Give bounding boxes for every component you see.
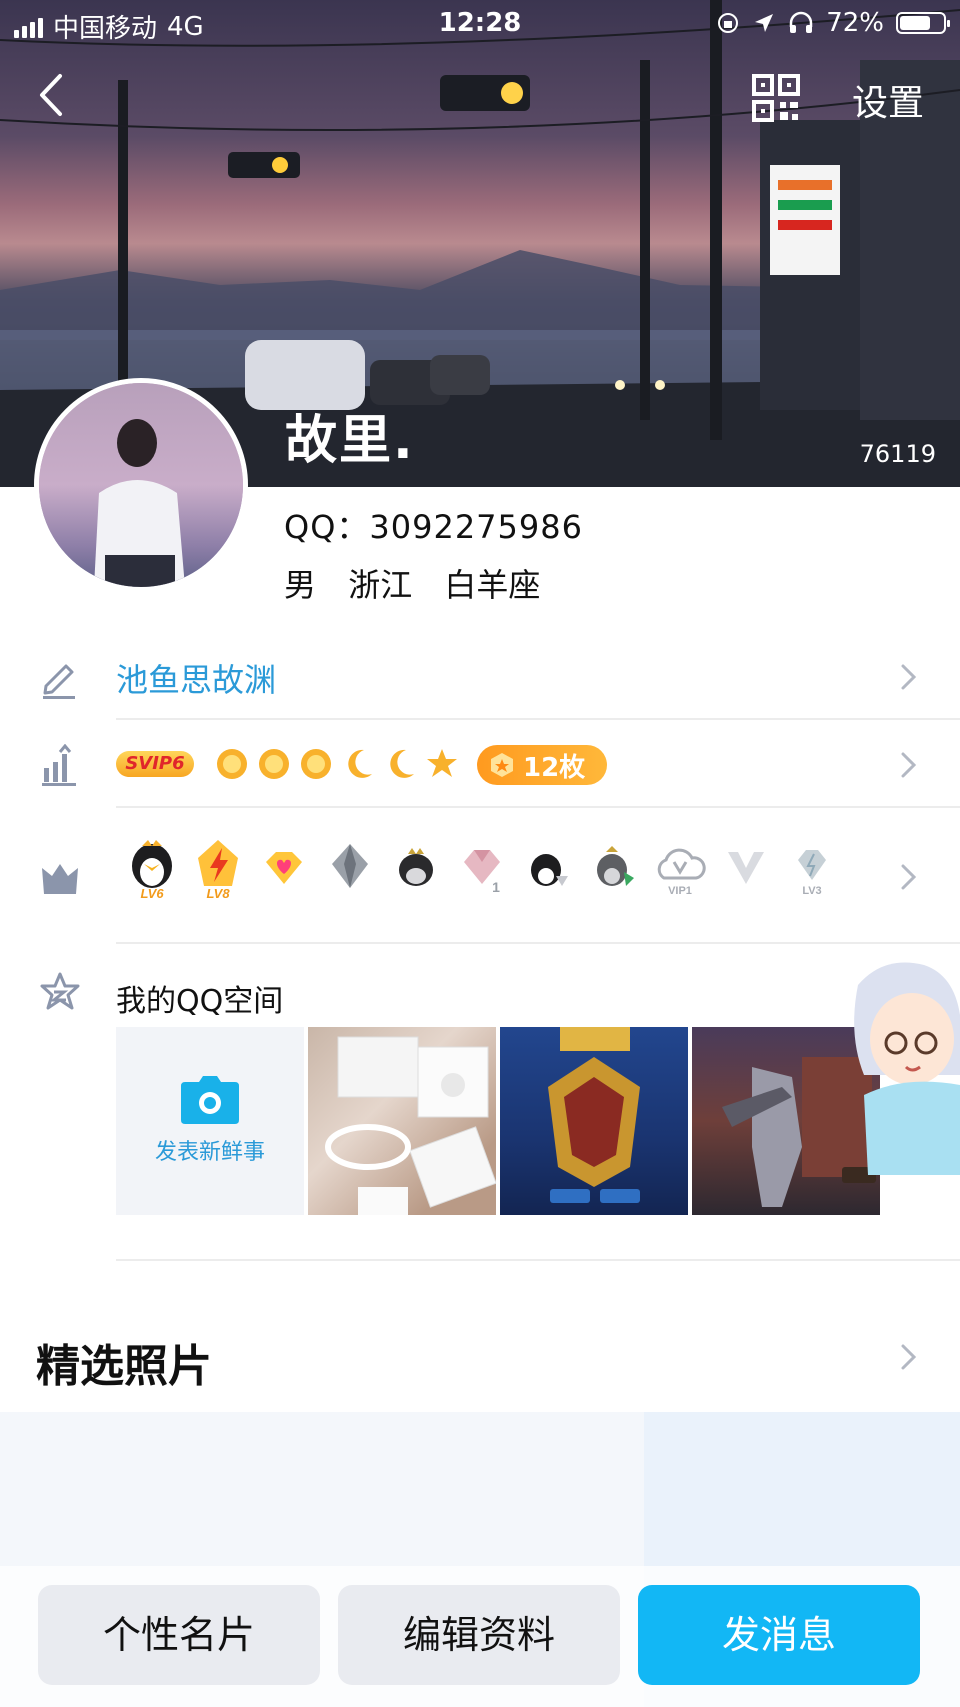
moon-icon <box>390 749 414 778</box>
level-icons[interactable] <box>214 746 460 782</box>
qzone-photo[interactable] <box>500 1027 688 1215</box>
divider <box>116 942 960 944</box>
badge-count-label: 12枚 <box>523 752 586 783</box>
rotation-lock-icon <box>718 13 739 33</box>
zodiac: 白羊座 <box>444 566 541 604</box>
hexagon-star-icon <box>491 753 513 777</box>
qr-code-icon[interactable] <box>752 74 800 122</box>
profile-page: 中国移动 4G 12:28 72% 设置 故里. 76119 QQ：309227… <box>0 0 960 1707</box>
profile-card-button[interactable]: 个性名片 <box>38 1585 320 1685</box>
featured-photos-title[interactable]: 精选照片 <box>36 1330 212 1394</box>
settings-button[interactable]: 设置 <box>852 74 924 126</box>
nickname: 故里. <box>285 411 415 471</box>
lightning-lv8-icon: LV8 <box>198 840 238 901</box>
new-post-label: 发表新鲜事 <box>154 1140 265 1165</box>
region: 浙江 <box>348 566 413 604</box>
profile-meta: 男 浙江 白羊座 <box>284 560 562 606</box>
edit-profile-button[interactable]: 编辑资料 <box>338 1585 620 1685</box>
lv3-crystal-icon: LV3 <box>798 850 826 897</box>
status-bar: 中国移动 4G 12:28 72% <box>0 0 960 46</box>
silver-crystal-icon <box>332 844 368 888</box>
badge-count[interactable]: 12枚 <box>477 745 607 785</box>
moon-icon <box>348 749 372 778</box>
camera-icon <box>181 1076 239 1124</box>
star-icon <box>427 749 457 777</box>
penguin-crown-icon <box>399 848 433 886</box>
penguin-music-icon <box>597 846 634 886</box>
crown-icon <box>42 864 78 894</box>
battery-percent: 72% <box>826 8 884 38</box>
back-chevron-icon[interactable] <box>32 70 72 120</box>
sun-icon <box>259 749 289 779</box>
likes-count[interactable]: 76119 <box>860 440 936 468</box>
svg-text:LV8: LV8 <box>206 886 230 901</box>
battery-icon <box>896 12 950 34</box>
level-up-icon <box>42 744 76 786</box>
divider <box>116 806 960 808</box>
sun-icon <box>217 749 247 779</box>
chevron-right-icon[interactable] <box>898 662 920 692</box>
qzone-photo[interactable] <box>308 1027 496 1215</box>
divider <box>116 1259 960 1261</box>
qq-penguin-lv6-icon: LV6 <box>132 840 172 901</box>
game-victory-photo <box>548 1027 640 1203</box>
qzone-grid: 发表新鲜事 <box>116 1027 880 1215</box>
headphones-icon <box>789 11 813 33</box>
gender: 男 <box>284 566 317 604</box>
qq-number: QQ：3092275986 <box>284 508 583 546</box>
v-badge-icon <box>728 852 764 884</box>
airpods-box-photo <box>325 1036 496 1215</box>
heart-diamond-icon <box>266 852 302 884</box>
pencil-icon <box>43 664 75 699</box>
chevron-right-icon[interactable] <box>898 862 920 892</box>
penguin-game-icon <box>531 854 568 886</box>
send-message-button[interactable]: 发消息 <box>638 1585 920 1685</box>
divider <box>116 718 960 720</box>
svg-text:1: 1 <box>492 879 500 895</box>
location-icon <box>755 14 774 32</box>
svg-text:VIP1: VIP1 <box>668 885 692 897</box>
pink-diamond-icon: 1 <box>464 850 500 895</box>
avatar[interactable] <box>34 378 248 592</box>
sun-icon <box>301 749 331 779</box>
qzone-star-icon <box>40 972 80 1010</box>
chevron-right-icon[interactable] <box>898 1342 920 1372</box>
signature[interactable]: 池鱼思故渊 <box>116 655 276 701</box>
mascot-character[interactable] <box>844 955 960 1175</box>
new-post-button[interactable]: 发表新鲜事 <box>116 1027 304 1215</box>
qzone-title[interactable]: 我的QQ空间 <box>116 976 283 1020</box>
svg-text:LV3: LV3 <box>802 885 821 897</box>
chevron-right-icon[interactable] <box>898 750 920 780</box>
avatar-photo <box>39 383 243 587</box>
svg-text:LV6: LV6 <box>140 886 164 901</box>
privilege-icons[interactable]: LV6 LV8 1 VIP1 LV3 <box>126 838 838 902</box>
vip1-cloud-icon: VIP1 <box>657 848 706 897</box>
svip-badge[interactable]: SVIP6 <box>116 751 194 777</box>
